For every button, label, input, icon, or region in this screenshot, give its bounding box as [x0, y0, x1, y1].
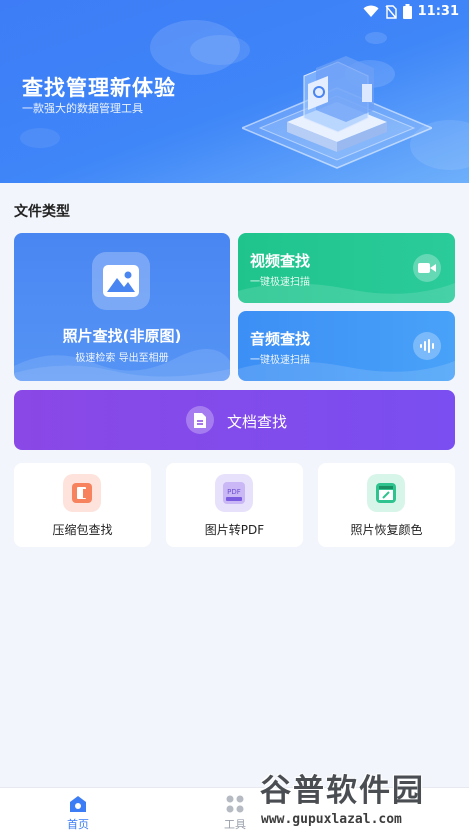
video-card-title: 视频查找	[250, 252, 311, 270]
watermark-brand: 谷普软件园	[260, 773, 425, 809]
tool-image-to-pdf-label: 图片转PDF	[204, 523, 265, 537]
video-camera-icon	[413, 254, 441, 282]
video-card-subtitle: 一键极速扫描	[250, 277, 310, 288]
pdf-icon: PDF	[215, 474, 253, 512]
wifi-icon	[363, 5, 379, 17]
video-search-card[interactable]: 视频查找 一键极速扫描	[238, 233, 455, 303]
pdf-badge-text: PDF	[227, 488, 241, 496]
home-icon	[70, 796, 86, 812]
audio-card-title: 音频查找	[250, 330, 311, 348]
section-title: 文件类型	[14, 204, 70, 220]
color-restore-icon	[367, 474, 405, 512]
watermark-url: www.gupuxlazal.com	[259, 811, 404, 828]
data-management-illustration	[242, 56, 432, 169]
grid-icon	[226, 795, 244, 813]
tool-photo-color-restore[interactable]: 照片恢复颜色	[318, 463, 455, 547]
document-search-card[interactable]: 文档查找	[14, 390, 455, 450]
tool-color-restore-label: 照片恢复颜色	[350, 523, 423, 537]
status-bar: 11:31	[0, 0, 469, 24]
photo-search-card[interactable]: 照片查找(非原图) 极速检索 导出至相册	[14, 233, 230, 381]
nav-home[interactable]: 首页	[48, 794, 108, 832]
tool-image-to-pdf[interactable]: PDF 图片转PDF	[166, 463, 303, 547]
status-time: 11:31	[417, 4, 459, 19]
tool-archive-label: 压缩包查找	[52, 523, 113, 537]
no-sim-icon	[385, 4, 397, 19]
battery-icon	[402, 4, 412, 19]
audio-wave-icon	[413, 332, 441, 360]
nav-tools-label: 工具	[224, 818, 246, 831]
document-card-title: 文档查找	[227, 413, 288, 431]
archive-icon	[63, 474, 101, 512]
document-icon	[186, 406, 214, 434]
photo-card-subtitle: 极速检索 导出至相册	[75, 353, 169, 364]
audio-card-subtitle: 一键极速扫描	[250, 355, 310, 366]
audio-search-card[interactable]: 音频查找 一键极速扫描	[238, 311, 455, 381]
header-banner: 查找管理新体验 一款强大的数据管理工具	[0, 0, 469, 183]
header-title: 查找管理新体验	[22, 76, 176, 100]
tool-archive-search[interactable]: 压缩包查找	[14, 463, 151, 547]
nav-home-label: 首页	[67, 818, 89, 831]
photo-card-title: 照片查找(非原图)	[62, 327, 182, 345]
header-subtitle: 一款强大的数据管理工具	[22, 102, 143, 115]
site-watermark: 谷普软件园 www.gupuxlazal.com	[256, 763, 469, 835]
image-icon	[92, 252, 150, 310]
